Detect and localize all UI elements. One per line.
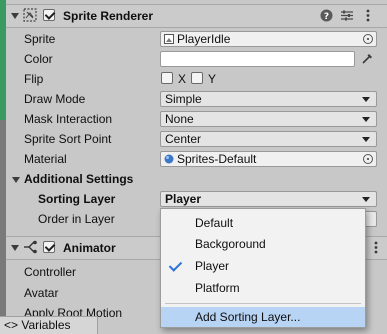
variables-tab[interactable]: <> Variables	[0, 316, 98, 334]
color-swatch[interactable]	[160, 51, 355, 67]
sorting-layer-dropdown[interactable]: Player	[160, 191, 377, 207]
sprite-asset-icon	[164, 34, 174, 44]
svg-text:?: ?	[324, 12, 329, 22]
flip-x-checkbox[interactable]	[161, 72, 173, 84]
draw-mode-label: Draw Mode	[24, 92, 86, 106]
sort-point-label: Sprite Sort Point	[24, 132, 112, 146]
sprite-renderer-header[interactable]: Sprite Renderer ?	[6, 4, 387, 28]
animator-enabled-checkbox[interactable]	[43, 241, 55, 253]
context-menu-icon[interactable]	[362, 9, 374, 22]
flip-label: Flip	[24, 72, 44, 86]
eyedropper-icon[interactable]	[361, 52, 374, 65]
menu-separator	[165, 303, 361, 304]
menu-item-backgoround[interactable]: Backgoround	[161, 234, 365, 254]
order-in-layer-label: Order in Layer	[38, 212, 115, 226]
checkmark-icon	[168, 258, 183, 272]
sort-point-dropdown[interactable]: Center	[160, 131, 377, 147]
sprite-value: PlayerIdle	[177, 32, 231, 46]
mask-interaction-label: Mask Interaction	[24, 112, 113, 126]
menu-item-player[interactable]: Player	[161, 256, 365, 276]
mask-interaction-dropdown[interactable]: None	[160, 111, 377, 127]
additional-settings-foldout-icon[interactable]	[12, 177, 20, 183]
draw-mode-dropdown[interactable]: Simple	[160, 91, 377, 107]
material-label: Material	[24, 152, 67, 166]
sprite-renderer-enabled-checkbox[interactable]	[43, 9, 55, 21]
material-field[interactable]: Sprites-Default	[160, 151, 377, 167]
object-picker-icon[interactable]	[363, 154, 373, 164]
draw-mode-value: Simple	[165, 92, 202, 106]
dropdown-arrow-icon	[362, 197, 370, 202]
animator-title: Animator	[63, 241, 116, 255]
additional-settings-label[interactable]: Additional Settings	[24, 172, 133, 186]
color-label: Color	[24, 52, 53, 66]
context-menu-icon[interactable]	[370, 241, 382, 254]
sprite-renderer-icon	[23, 8, 37, 22]
sort-point-value: Center	[165, 132, 202, 146]
hierarchy-strip	[0, 120, 6, 334]
flip-x-label: X	[178, 72, 187, 86]
controller-label: Controller	[24, 265, 77, 279]
menu-item-platform[interactable]: Platform	[161, 278, 365, 298]
animator-icon	[24, 240, 37, 254]
mask-interaction-value: None	[165, 112, 194, 126]
material-value: Sprites-Default	[177, 152, 257, 166]
dropdown-arrow-icon	[362, 97, 370, 102]
menu-item-default[interactable]: Default	[161, 213, 365, 233]
avatar-label: Avatar	[24, 286, 59, 300]
foldout-expanded-icon[interactable]	[11, 245, 19, 251]
sprite-field[interactable]: PlayerIdle	[160, 31, 377, 47]
sorting-layer-menu[interactable]: Default Backgoround Player Platform Add …	[160, 208, 366, 328]
object-picker-icon[interactable]	[363, 34, 373, 44]
menu-item-player-label: Player	[195, 259, 230, 273]
flip-y-label: Y	[208, 72, 217, 86]
dropdown-arrow-icon	[362, 137, 370, 142]
sorting-layer-value: Player	[165, 192, 202, 206]
foldout-expanded-icon[interactable]	[11, 13, 19, 19]
preset-icon[interactable]	[340, 9, 354, 22]
sprite-label: Sprite	[24, 32, 56, 46]
flip-y-checkbox[interactable]	[191, 72, 203, 84]
menu-item-add-sorting-layer[interactable]: Add Sorting Layer...	[161, 307, 365, 327]
sorting-layer-label: Sorting Layer	[38, 192, 116, 206]
help-icon[interactable]: ?	[320, 9, 333, 22]
sprite-renderer-title: Sprite Renderer	[63, 9, 154, 23]
dropdown-arrow-icon	[362, 117, 370, 122]
material-sphere-icon	[164, 154, 174, 164]
